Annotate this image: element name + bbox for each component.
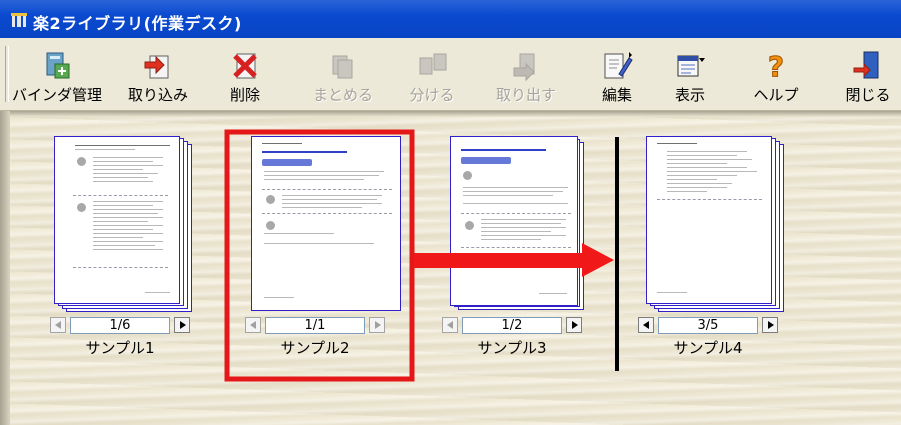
help-button[interactable]: ? ヘルプ — [745, 40, 807, 108]
move-arrow-head — [582, 243, 614, 277]
annotation-overlay — [224, 129, 619, 382]
import-button[interactable]: 取り込み — [118, 40, 198, 108]
help-icon: ? — [767, 50, 784, 82]
work-desk[interactable]: 1/6 サンプル1 1/1 サンプル2 1/2 サンプル3 3/5 サンプル4 — [0, 111, 901, 425]
split-button[interactable]: 分ける — [400, 40, 464, 108]
close-button[interactable]: 閉じる — [838, 40, 898, 108]
import-icon — [144, 55, 169, 79]
window-title: 楽2ライブラリ(作業デスク) — [33, 14, 242, 33]
edit-icon — [604, 52, 633, 79]
svg-text:?: ? — [768, 50, 784, 82]
app-icon — [11, 13, 27, 27]
extract-icon — [513, 53, 535, 82]
toolbar-grip — [5, 46, 9, 102]
delete-icon — [233, 53, 257, 79]
view-icon — [677, 55, 705, 77]
view-button[interactable]: 表示 — [660, 40, 720, 108]
binder-manage-button[interactable]: バインダ管理 — [12, 40, 102, 108]
combine-button[interactable]: まとめる — [308, 40, 378, 108]
combine-icon — [332, 55, 353, 79]
extract-button[interactable]: 取り出す — [485, 40, 567, 108]
binder-manage-icon — [46, 52, 70, 79]
move-arrow-shaft — [414, 253, 584, 268]
edit-button[interactable]: 編集 — [590, 40, 644, 108]
selection-highlight — [224, 129, 415, 382]
split-icon — [419, 53, 447, 75]
delete-button[interactable]: 削除 — [215, 40, 275, 108]
close-icon — [853, 51, 879, 79]
toolbar: バインダ管理 取り込み 削除 まとめる 分ける 取り出す 編集 表示 ? ヘルプ… — [0, 38, 901, 111]
title-bar: 楽2ライブラリ(作業デスク) — [0, 0, 901, 38]
